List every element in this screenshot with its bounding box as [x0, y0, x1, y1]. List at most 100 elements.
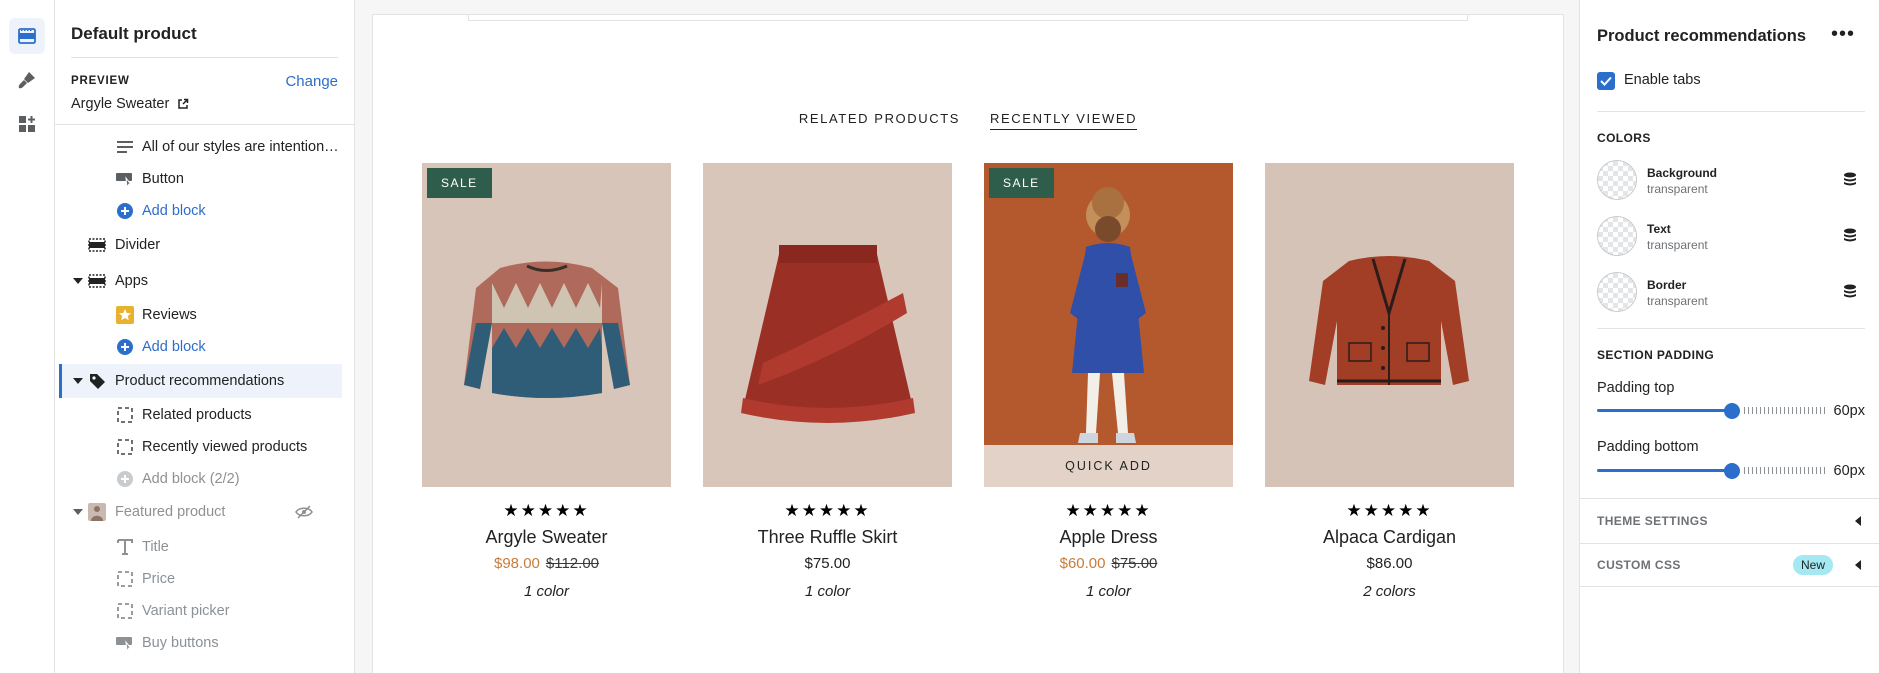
tab-related-products[interactable]: RELATED PRODUCTS — [799, 111, 960, 130]
plus-circle-icon — [115, 337, 135, 357]
add-block-button[interactable]: Add block — [59, 331, 342, 363]
new-badge: New — [1792, 555, 1833, 575]
section-featured-product[interactable]: Featured product — [59, 496, 342, 528]
theme-settings-label: THEME SETTINGS — [1597, 513, 1708, 528]
compare-price: $112.00 — [545, 555, 599, 572]
color-count: 1 color — [1085, 583, 1132, 600]
section-icon — [87, 235, 107, 255]
caret-down-icon[interactable] — [73, 276, 83, 286]
title-icon — [115, 537, 135, 557]
product-image[interactable]: SALE — [422, 163, 671, 487]
block-label: Title — [142, 539, 169, 555]
add-block-button[interactable]: Add block — [59, 195, 342, 227]
slider-ticks — [1744, 467, 1825, 474]
previous-section-edge — [468, 15, 1468, 21]
enable-tabs-label[interactable]: Enable tabs — [1624, 72, 1701, 88]
database-icon[interactable] — [1842, 283, 1858, 301]
product-name[interactable]: Argyle Sweater — [422, 527, 671, 548]
tab-recently-viewed[interactable]: RECENTLY VIEWED — [990, 111, 1138, 130]
theme-settings-brush-icon[interactable] — [9, 62, 45, 98]
add-block-label: Add block (2/2) — [142, 471, 240, 487]
color-value: transparent — [1647, 294, 1708, 308]
rating-stars: ★★★★★ — [503, 501, 590, 520]
add-block-label: Add block — [142, 203, 206, 219]
dashed-square-icon — [115, 601, 135, 621]
block-label: Buy buttons — [142, 635, 219, 651]
slider-handle[interactable] — [1724, 403, 1740, 419]
block-variant-picker[interactable]: Variant picker — [59, 595, 342, 627]
store-preview: RELATED PRODUCTS RECENTLY VIEWED SALE ★★… — [372, 14, 1564, 673]
colors-heading: COLORS — [1597, 131, 1651, 145]
caret-left-icon — [1855, 515, 1861, 526]
section-label: Divider — [115, 237, 161, 253]
external-link-icon — [178, 98, 189, 109]
dashed-square-icon — [115, 437, 135, 457]
section-label: Featured product — [115, 504, 226, 520]
block-title[interactable]: Title — [59, 531, 342, 563]
more-actions-icon[interactable]: ••• — [1831, 24, 1855, 44]
button-icon — [115, 169, 135, 189]
block-reviews[interactable]: Reviews — [59, 299, 342, 331]
sweater-illustration — [464, 261, 630, 398]
block-label: Variant picker — [142, 603, 230, 619]
block-price[interactable]: Price — [59, 563, 342, 595]
padding-top-label: Padding top — [1597, 380, 1675, 396]
product-name[interactable]: Three Ruffle Skirt — [703, 527, 952, 548]
block-recently-viewed[interactable]: Recently viewed products — [59, 431, 342, 463]
color-count: 1 color — [523, 583, 570, 600]
sale-price: $60.00 — [1059, 555, 1106, 572]
sale-price: $98.00 — [494, 555, 540, 572]
product-image[interactable] — [1265, 163, 1514, 487]
settings-title: Product recommendations — [1597, 27, 1807, 45]
compare-price: $75.00 — [1111, 555, 1158, 572]
product-card[interactable]: ★★★★★ Three Ruffle Skirt $75.00 1 color — [703, 163, 952, 600]
product-image[interactable]: SALE QUICK ADD — [984, 163, 1233, 487]
product-card[interactable]: ★★★★★ Alpaca Cardigan $86.00 2 colors — [1265, 163, 1514, 600]
block-button[interactable]: Button — [59, 163, 342, 195]
product-name[interactable]: Alpaca Cardigan — [1265, 527, 1514, 548]
block-buy-buttons[interactable]: Buy buttons — [59, 627, 342, 659]
padding-bottom-slider[interactable] — [1597, 462, 1825, 480]
icon-rail — [0, 0, 55, 673]
database-icon[interactable] — [1842, 171, 1858, 189]
product-price: $75.00 — [804, 555, 851, 572]
border-color-swatch[interactable] — [1597, 272, 1637, 312]
sale-badge: SALE — [989, 168, 1054, 198]
padding-top-value: 60px — [1833, 403, 1865, 419]
star-app-icon — [115, 305, 135, 325]
product-card[interactable]: SALE QUICK ADD ★★★★★ Apple Dress $60.00 $… — [984, 163, 1233, 600]
quick-add-button[interactable]: QUICK ADD — [984, 445, 1233, 487]
database-icon[interactable] — [1842, 227, 1858, 245]
custom-css-row[interactable]: CUSTOM CSS New — [1580, 543, 1879, 587]
enable-tabs-checkbox[interactable] — [1597, 72, 1615, 90]
button-icon — [115, 633, 135, 653]
change-preview-link[interactable]: Change — [285, 73, 338, 90]
block-text[interactable]: All of our styles are intention… — [59, 131, 342, 163]
background-color-swatch[interactable] — [1597, 160, 1637, 200]
color-value: transparent — [1647, 182, 1708, 196]
rating-stars: ★★★★★ — [784, 501, 871, 520]
caret-down-icon[interactable] — [73, 507, 83, 517]
block-related-products[interactable]: Related products — [59, 399, 342, 431]
preview-product-name: Argyle Sweater — [71, 96, 170, 112]
caret-down-icon[interactable] — [73, 376, 83, 386]
product-name[interactable]: Apple Dress — [984, 527, 1233, 548]
section-product-recommendations[interactable]: Product recommendations — [59, 364, 342, 398]
product-image[interactable] — [703, 163, 952, 487]
color-name: Background — [1647, 166, 1718, 180]
custom-css-label: CUSTOM CSS — [1597, 558, 1681, 572]
text-color-swatch[interactable] — [1597, 216, 1637, 256]
section-apps[interactable]: Apps — [59, 265, 342, 297]
sections-icon[interactable] — [9, 18, 45, 54]
padding-bottom-label: Padding bottom — [1597, 439, 1699, 455]
padding-top-slider[interactable] — [1597, 402, 1825, 420]
eye-hidden-icon[interactable] — [294, 502, 314, 522]
add-block-label: Add block — [142, 339, 206, 355]
section-divider[interactable]: Divider — [59, 229, 342, 261]
block-label: Button — [142, 171, 184, 187]
apps-blocks-icon[interactable] — [9, 106, 45, 142]
preview-product[interactable]: Argyle Sweater — [71, 96, 189, 112]
slider-handle[interactable] — [1724, 463, 1740, 479]
theme-settings-row[interactable]: THEME SETTINGS — [1580, 498, 1879, 542]
product-card[interactable]: SALE ★★★★★ Argyle Sweater $98.00 $112.00 … — [422, 163, 671, 600]
